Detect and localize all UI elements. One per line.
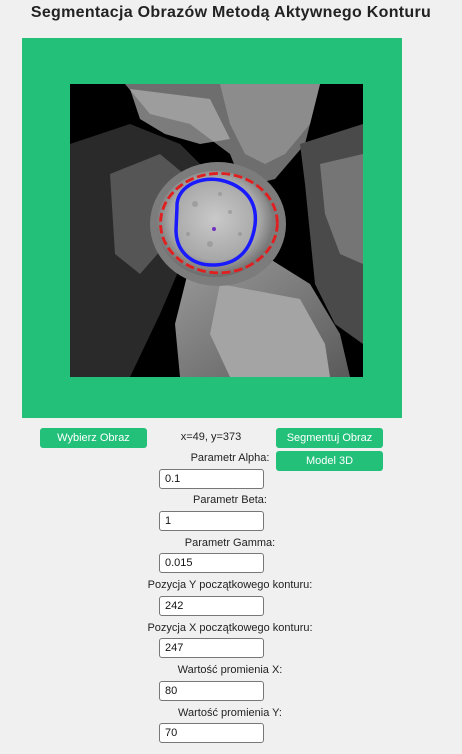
knee-mri-icon <box>70 84 363 377</box>
choose-image-button[interactable]: Wybierz Obraz <box>40 428 147 448</box>
segment-image-button[interactable]: Segmentuj Obraz <box>276 428 383 448</box>
initial-y-input[interactable] <box>159 596 264 616</box>
beta-input[interactable] <box>159 511 264 531</box>
cursor-coordinates: x=49, y=373 <box>180 431 242 443</box>
radius-y-label: Wartość promienia Y: <box>178 707 282 719</box>
gamma-label: Parametr Gamma: <box>184 537 276 549</box>
beta-label: Parametr Beta: <box>193 494 267 506</box>
radius-x-input[interactable] <box>159 681 264 701</box>
radius-y-input[interactable] <box>159 723 264 743</box>
alpha-input[interactable] <box>159 469 264 489</box>
initial-x-label: Pozycja X początkowego konturu: <box>147 622 313 634</box>
gamma-input[interactable] <box>159 553 264 573</box>
initial-x-input[interactable] <box>159 638 264 658</box>
radius-x-label: Wartość promienia X: <box>177 664 283 676</box>
app-title: Segmentacja Obrazów Metodą Aktywnego Kon… <box>30 4 432 21</box>
mri-image[interactable] <box>70 84 363 377</box>
initial-y-label: Pozycja Y początkowego konturu: <box>147 579 313 591</box>
image-panel <box>22 38 402 418</box>
alpha-label: Parametr Alpha: <box>190 452 270 464</box>
